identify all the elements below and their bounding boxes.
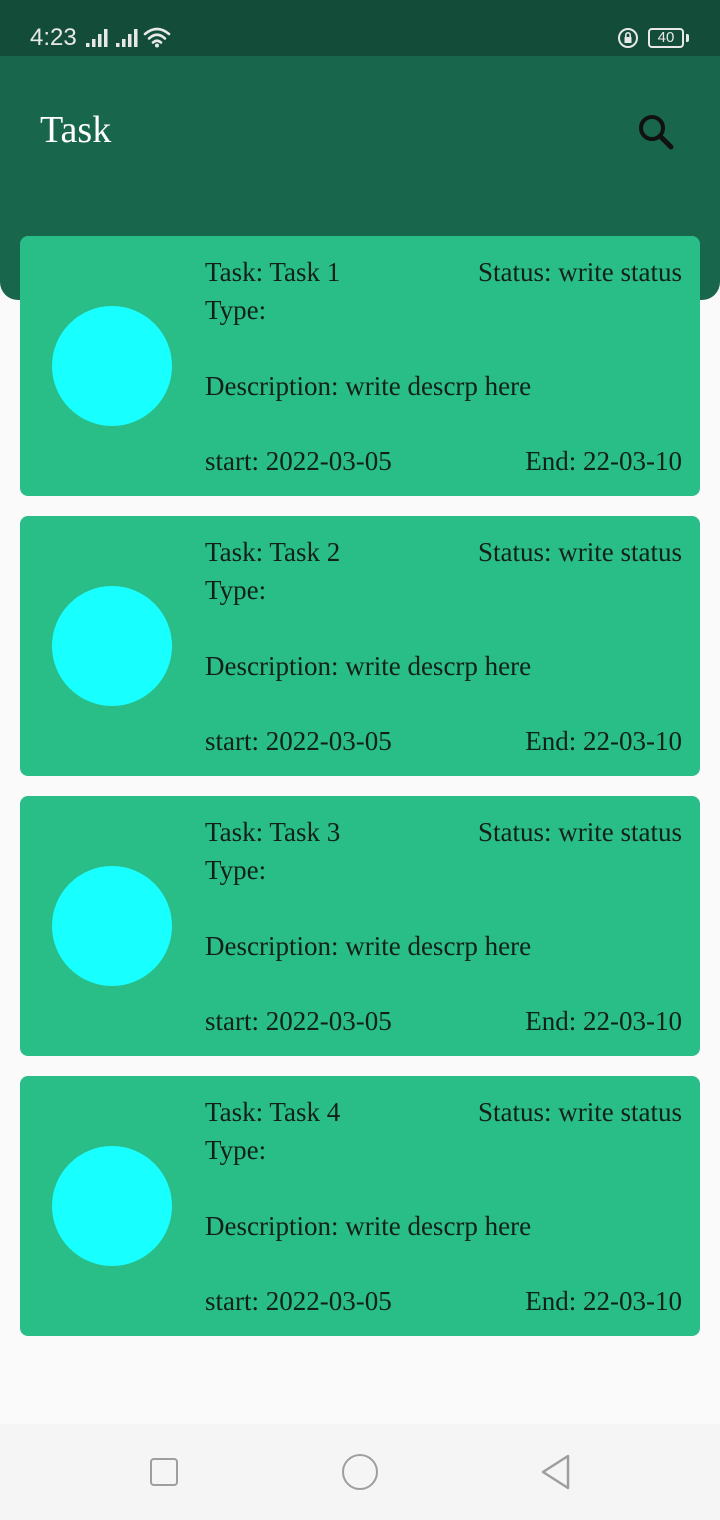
task-description: Description: write descrp here — [205, 1211, 532, 1241]
task-name: Task: Task 1 — [205, 257, 341, 287]
task-avatar — [52, 586, 172, 706]
task-name: Task: Task 3 — [205, 817, 341, 847]
task-description: Description: write descrp here — [205, 931, 532, 961]
battery-icon: 40 — [648, 28, 684, 48]
navigation-bar — [0, 1424, 720, 1520]
search-button[interactable] — [632, 108, 680, 156]
back-icon[interactable] — [538, 1452, 574, 1492]
task-card[interactable]: Task: Task 2 Status: write status Type: … — [20, 516, 700, 776]
task-start-date: start: 2022-03-05 — [205, 446, 392, 476]
task-status: Status: write status — [478, 817, 682, 847]
task-card[interactable]: Task: Task 3 Status: write status Type: … — [20, 796, 700, 1056]
task-status: Status: write status — [478, 1097, 682, 1127]
task-end-date: End: 22-03-10 — [525, 446, 682, 476]
status-bar: 4:23 40 — [0, 0, 720, 56]
task-type: Type: — [205, 575, 267, 605]
task-name: Task: Task 2 — [205, 537, 341, 567]
task-type: Type: — [205, 1135, 267, 1165]
task-card[interactable]: Task: Task 1 Status: write status Type: … — [20, 236, 700, 496]
task-list: Task: Task 1 Status: write status Type: … — [20, 236, 700, 1356]
home-icon[interactable] — [342, 1454, 378, 1490]
task-type: Type: — [205, 855, 267, 885]
task-end-date: End: 22-03-10 — [525, 726, 682, 756]
rotation-lock-icon — [618, 28, 638, 48]
task-end-date: End: 22-03-10 — [525, 1006, 682, 1036]
task-avatar — [52, 1146, 172, 1266]
signal-icon — [116, 29, 138, 47]
task-description: Description: write descrp here — [205, 371, 532, 401]
task-status: Status: write status — [478, 257, 682, 287]
recent-apps-icon[interactable] — [150, 1458, 178, 1486]
task-start-date: start: 2022-03-05 — [205, 1286, 392, 1316]
page-title: Task — [40, 109, 112, 151]
task-avatar — [52, 866, 172, 986]
task-avatar — [52, 306, 172, 426]
wifi-icon — [143, 27, 171, 48]
task-end-date: End: 22-03-10 — [525, 1286, 682, 1316]
task-name: Task: Task 4 — [205, 1097, 341, 1127]
signal-icon — [86, 29, 108, 47]
task-description: Description: write descrp here — [205, 651, 532, 681]
battery-tip — [686, 34, 689, 42]
task-start-date: start: 2022-03-05 — [205, 726, 392, 756]
task-type: Type: — [205, 295, 267, 325]
task-status: Status: write status — [478, 537, 682, 567]
search-icon — [639, 115, 674, 150]
status-time: 4:23 — [30, 24, 77, 51]
task-card[interactable]: Task: Task 4 Status: write status Type: … — [20, 1076, 700, 1336]
task-start-date: start: 2022-03-05 — [205, 1006, 392, 1036]
